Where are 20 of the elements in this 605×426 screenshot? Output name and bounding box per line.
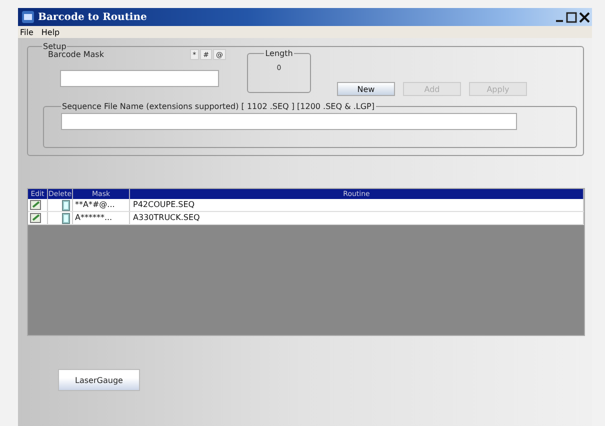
- table-cell: **A*#@...: [73, 199, 130, 211]
- lasergauge-button[interactable]: LaserGauge: [58, 369, 140, 391]
- field-label: Barcode Mask: [48, 50, 104, 59]
- table-cell: A******...: [73, 212, 130, 224]
- group-label: Setup: [42, 42, 66, 51]
- group-label: Length: [264, 49, 294, 58]
- edit-icon[interactable]: [28, 212, 48, 224]
- barcode-mask-field[interactable]: [60, 70, 219, 87]
- menu-item[interactable]: Help: [41, 28, 60, 36]
- app-icon: [22, 11, 34, 23]
- action-button[interactable]: New: [337, 82, 395, 96]
- table-cell: A330TRUCK.SEQ: [130, 212, 584, 224]
- window-title: Barcode to Routine: [38, 12, 147, 22]
- menu-item[interactable]: File: [20, 28, 34, 36]
- close-icon[interactable]: [579, 12, 590, 22]
- group-label: Sequence File Name (extensions supported) [ 1102 .SEQ ] [1200 .SEQ & .LGP]: [61, 102, 376, 111]
- sequence-file-field[interactable]: [61, 113, 517, 130]
- maximize-icon[interactable]: [566, 12, 578, 22]
- table-cell: P42COUPE.SEQ: [130, 199, 584, 211]
- edit-icon[interactable]: [28, 199, 48, 211]
